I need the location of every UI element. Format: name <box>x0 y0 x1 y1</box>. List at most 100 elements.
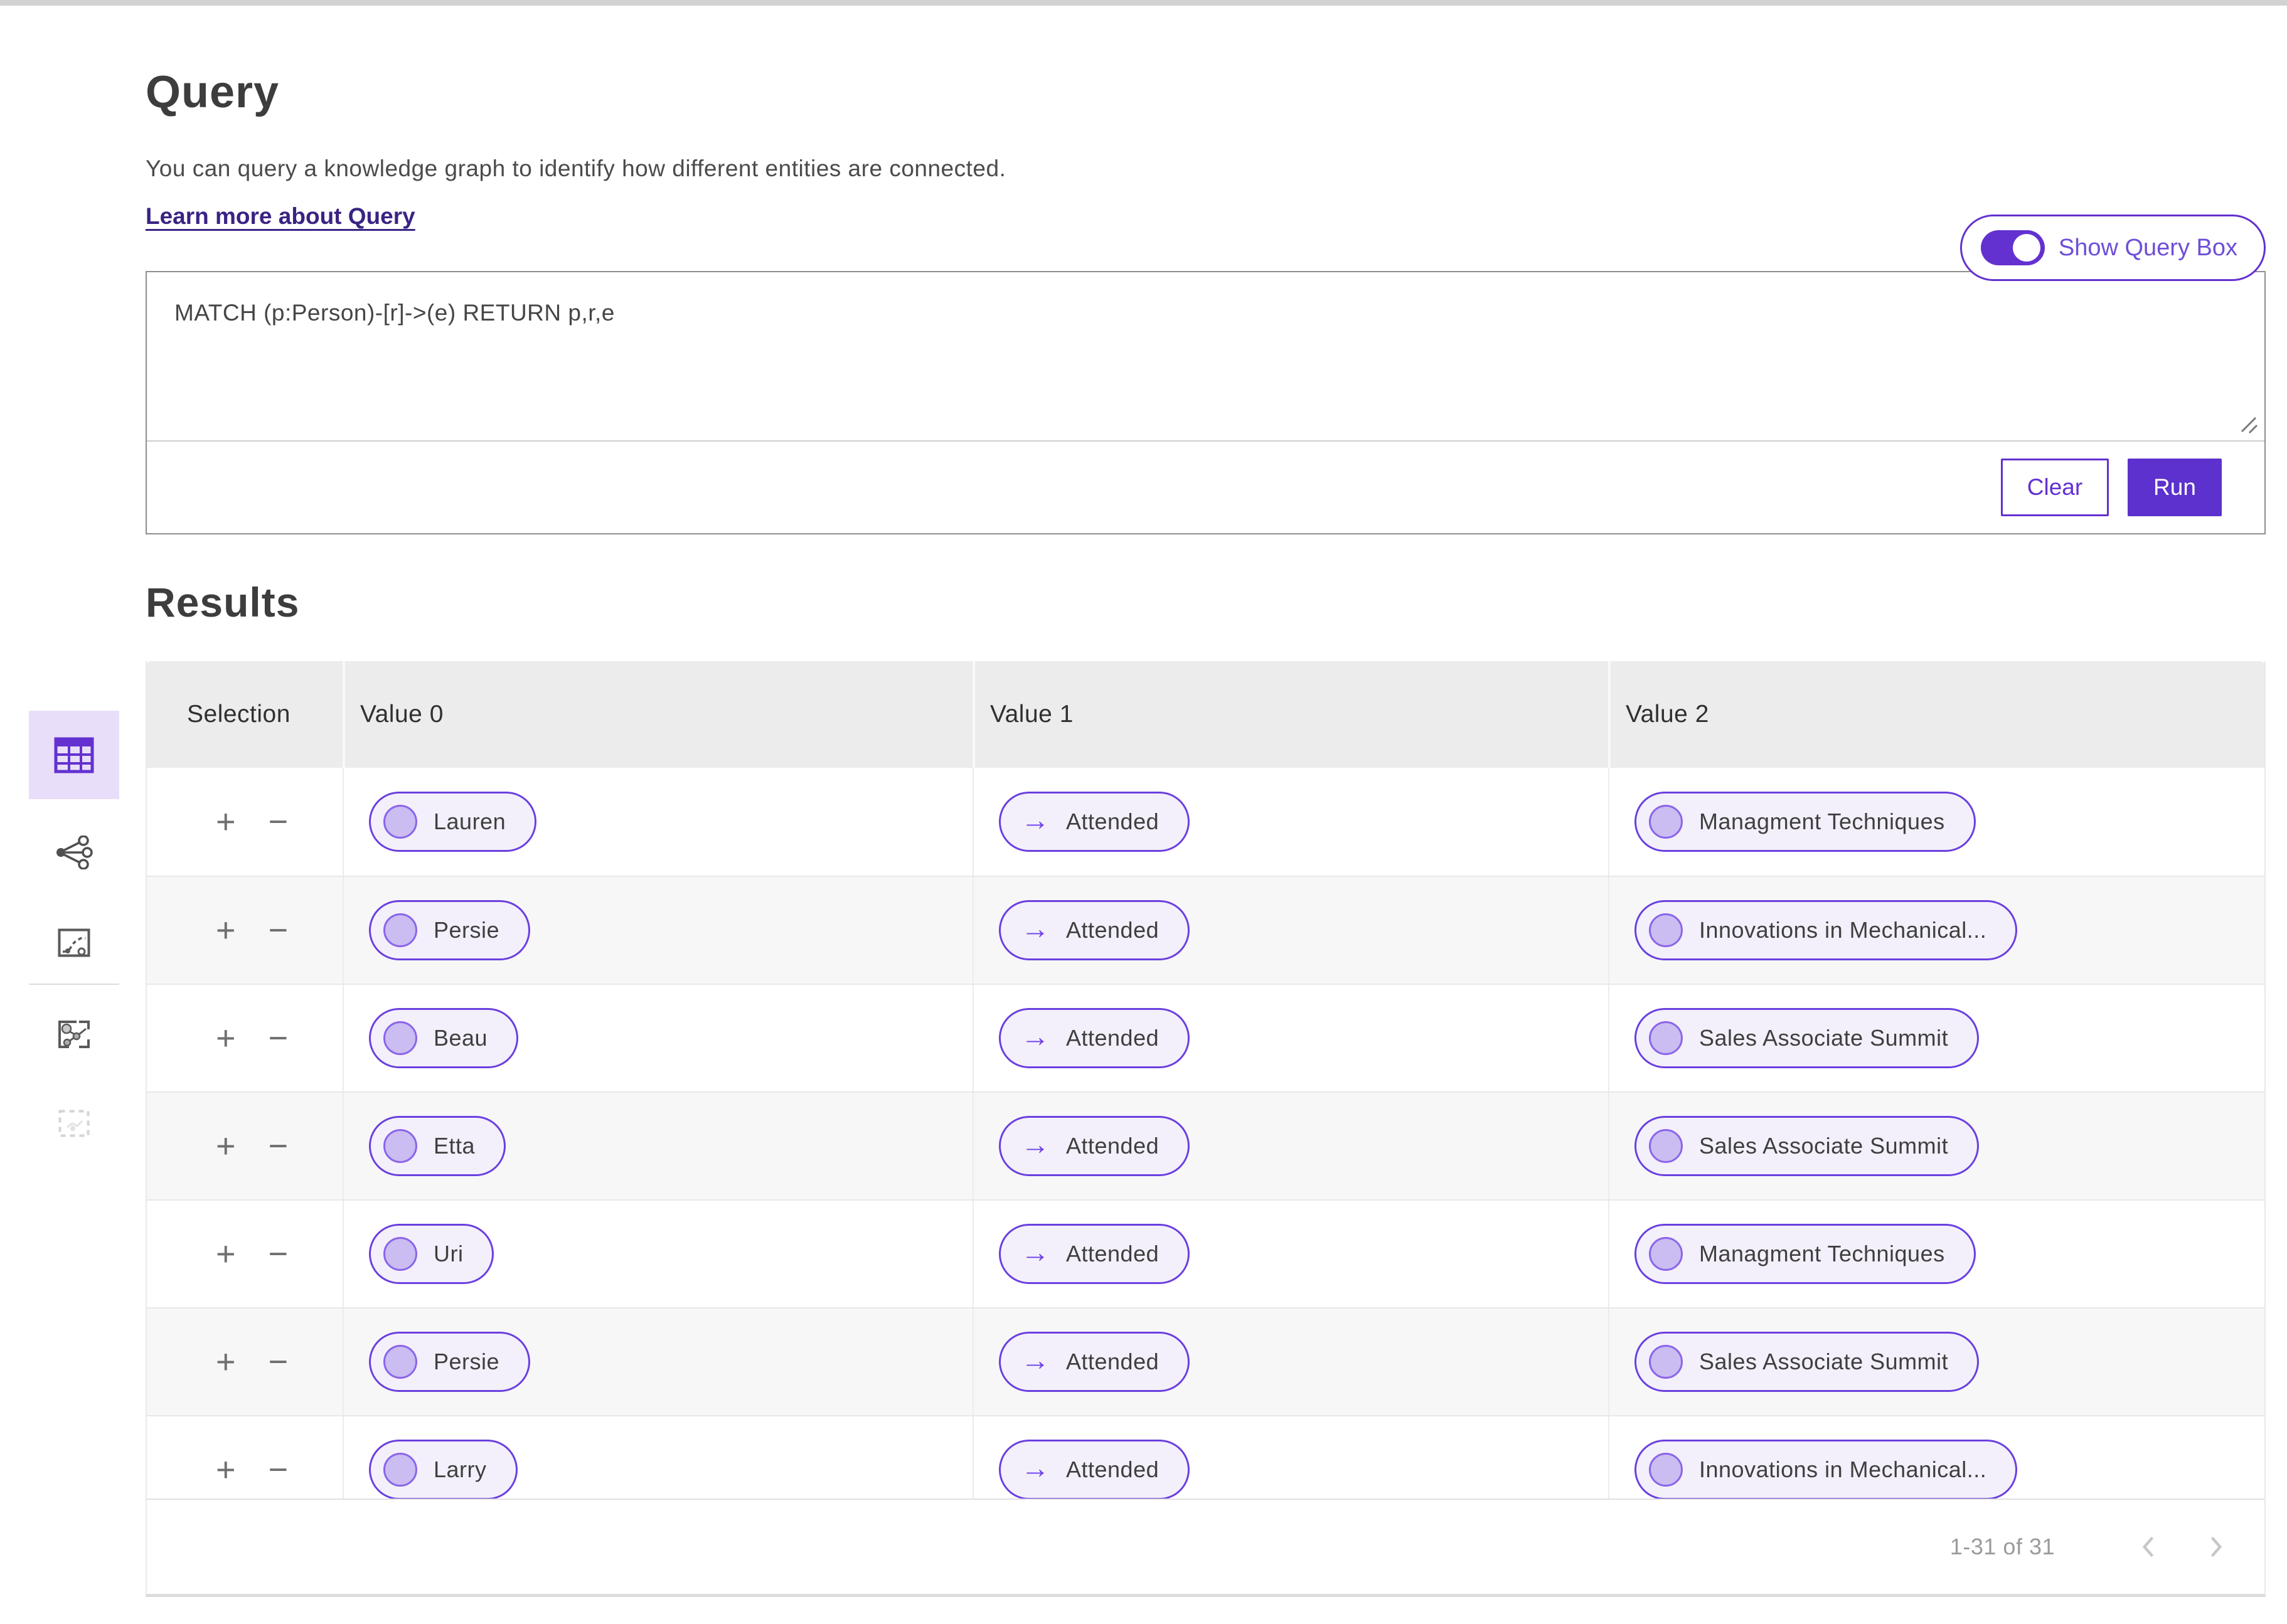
edge-arrow-icon: → <box>1021 1022 1050 1051</box>
node-pill[interactable]: Innovations in Mechanical... <box>1634 900 2017 960</box>
edge-pill[interactable]: → Attended <box>999 1440 1190 1499</box>
edge-pill-label: Attended <box>1066 1025 1159 1051</box>
rail-divider <box>29 984 119 985</box>
node-circle-icon <box>383 1453 417 1487</box>
expand-row-button[interactable]: + <box>216 1129 236 1163</box>
node-pill[interactable]: Etta <box>369 1116 506 1176</box>
clear-button[interactable]: Clear <box>2001 459 2109 516</box>
results-table: Selection Value 0 Value 1 Value 2 + − La… <box>146 661 2266 1597</box>
edge-pill[interactable]: → Attended <box>999 1332 1190 1392</box>
next-page-button[interactable] <box>2197 1528 2234 1566</box>
node-pill-label: Sales Associate Summit <box>1699 1349 1948 1375</box>
node-circle-icon <box>1649 1129 1683 1163</box>
collapse-row-button[interactable]: − <box>269 1345 289 1379</box>
node-pill[interactable]: Persie <box>369 900 530 960</box>
node-circle-icon <box>1649 1453 1683 1487</box>
node-pill[interactable]: Sales Associate Summit <box>1634 1332 1979 1392</box>
edge-pill[interactable]: → Attended <box>999 900 1190 960</box>
node-pill[interactable]: Managment Techniques <box>1634 1224 1976 1284</box>
results-section: Selection Value 0 Value 1 Value 2 + − La… <box>0 661 2266 1597</box>
chevron-left-icon <box>2135 1533 2163 1561</box>
row-value1-cell: → Attended <box>973 1308 1608 1415</box>
expand-row-button[interactable]: + <box>216 1237 236 1271</box>
expand-row-button[interactable]: + <box>216 805 236 839</box>
row-value2-cell: Innovations in Mechanical... <box>1608 1416 2264 1499</box>
table-row: + − Uri → Attended Managment Techniques <box>147 1199 2264 1307</box>
edge-arrow-icon: → <box>1021 1238 1050 1266</box>
node-pill-label: Innovations in Mechanical... <box>1699 917 1986 943</box>
sidebar-item-path-view[interactable] <box>29 902 119 984</box>
edge-pill[interactable]: → Attended <box>999 1008 1190 1068</box>
resize-handle-icon[interactable] <box>2237 413 2259 435</box>
sidebar-item-table-view[interactable] <box>29 711 119 799</box>
node-pill-label: Sales Associate Summit <box>1699 1133 1948 1159</box>
node-pill[interactable]: Persie <box>369 1332 530 1392</box>
node-pill[interactable]: Beau <box>369 1008 518 1068</box>
row-selection-cell: + − <box>147 1416 343 1499</box>
node-pill-label: Managment Techniques <box>1699 1241 1945 1267</box>
row-value2-cell: Sales Associate Summit <box>1608 985 2264 1091</box>
widget-disabled-icon <box>58 1110 90 1137</box>
table-header: Selection Value 0 Value 1 Value 2 <box>147 661 2264 768</box>
query-footer: Clear Run <box>147 440 2264 533</box>
collapse-row-button[interactable]: − <box>269 1129 289 1163</box>
node-circle-icon <box>383 1345 417 1379</box>
row-value0-cell: Persie <box>343 1308 973 1415</box>
expand-row-button[interactable]: + <box>216 1345 236 1379</box>
run-button[interactable]: Run <box>2128 459 2222 516</box>
edge-pill-label: Attended <box>1066 1133 1159 1159</box>
chevron-right-icon <box>2202 1533 2229 1561</box>
table-row: + − Persie → Attended Innovations in Mec… <box>147 876 2264 984</box>
column-header-value1: Value 1 <box>973 661 1608 768</box>
row-value1-cell: → Attended <box>973 985 1608 1091</box>
node-pill[interactable]: Uri <box>369 1224 494 1284</box>
query-edit-area: MATCH (p:Person)-[r]->(e) RETURN p,r,e <box>147 272 2264 440</box>
table-footer: 1-31 of 31 <box>147 1499 2264 1594</box>
node-pill-label: Persie <box>434 917 499 943</box>
row-selection-cell: + − <box>147 768 343 876</box>
edge-pill[interactable]: → Attended <box>999 1224 1190 1284</box>
expand-row-button[interactable]: + <box>216 913 236 947</box>
results-title: Results <box>146 578 2266 626</box>
learn-more-link[interactable]: Learn more about Query <box>146 203 415 230</box>
column-header-value0: Value 0 <box>343 661 973 768</box>
node-pill[interactable]: Sales Associate Summit <box>1634 1116 1979 1176</box>
node-pill[interactable]: Larry <box>369 1440 518 1499</box>
sidebar-item-graph-view[interactable] <box>29 812 119 893</box>
sidebar-item-widget-view[interactable] <box>29 1083 119 1164</box>
row-selection-cell: + − <box>147 985 343 1091</box>
expand-row-button[interactable]: + <box>216 1453 236 1487</box>
row-selection-cell: + − <box>147 1201 343 1307</box>
edge-pill[interactable]: → Attended <box>999 1116 1190 1176</box>
query-input[interactable]: MATCH (p:Person)-[r]->(e) RETURN p,r,e <box>147 272 2264 440</box>
node-pill[interactable]: Lauren <box>369 792 536 852</box>
collapse-row-button[interactable]: − <box>269 805 289 839</box>
collapse-row-button[interactable]: − <box>269 1021 289 1055</box>
prev-page-button[interactable] <box>2130 1528 2168 1566</box>
row-value1-cell: → Attended <box>973 768 1608 876</box>
collapse-row-button[interactable]: − <box>269 913 289 947</box>
node-pill[interactable]: Innovations in Mechanical... <box>1634 1440 2017 1499</box>
node-pill-label: Managment Techniques <box>1699 809 1945 835</box>
node-circle-icon <box>383 1237 417 1271</box>
row-value2-cell: Managment Techniques <box>1608 1201 2264 1307</box>
sidebar-item-export-graph-view[interactable] <box>29 994 119 1075</box>
node-pill-label: Larry <box>434 1457 487 1483</box>
export-graph-icon <box>58 1020 90 1049</box>
graph-network-icon <box>55 836 93 869</box>
collapse-row-button[interactable]: − <box>269 1453 289 1487</box>
node-pill[interactable]: Managment Techniques <box>1634 792 1976 852</box>
row-value1-cell: → Attended <box>973 877 1608 984</box>
node-circle-icon <box>383 1021 417 1055</box>
node-circle-icon <box>1649 1237 1683 1271</box>
edge-pill[interactable]: → Attended <box>999 792 1190 852</box>
row-selection-cell: + − <box>147 1093 343 1199</box>
show-query-box-toggle[interactable]: Show Query Box <box>1960 215 2266 281</box>
node-pill[interactable]: Sales Associate Summit <box>1634 1008 1979 1068</box>
edge-pill-label: Attended <box>1066 1349 1159 1375</box>
top-border <box>0 0 2287 6</box>
expand-row-button[interactable]: + <box>216 1021 236 1055</box>
table-row: + − Persie → Attended Sales Associate Su… <box>147 1307 2264 1415</box>
collapse-row-button[interactable]: − <box>269 1237 289 1271</box>
node-pill-label: Innovations in Mechanical... <box>1699 1457 1986 1483</box>
